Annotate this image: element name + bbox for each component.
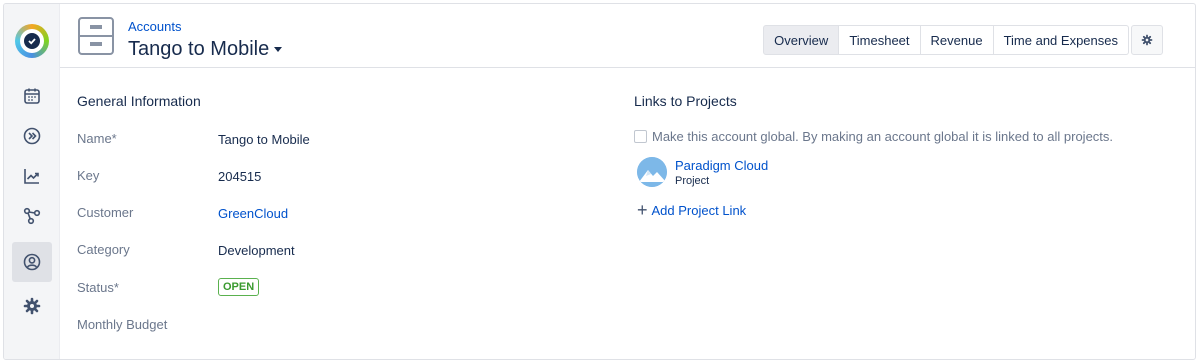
linked-project: Paradigm Cloud Project xyxy=(637,157,768,187)
network-icon xyxy=(23,207,41,225)
status-label: Status* xyxy=(77,280,119,295)
tab-revenue[interactable]: Revenue xyxy=(920,25,994,55)
project-link[interactable]: Paradigm Cloud xyxy=(675,158,768,173)
status-badge[interactable]: OPEN xyxy=(218,278,260,296)
file-cabinet-icon xyxy=(78,17,114,55)
monthly-budget-label: Monthly Budget xyxy=(77,317,168,332)
customer-label: Customer xyxy=(77,205,134,220)
key-label: Key xyxy=(77,168,100,183)
add-project-link-label: Add Project Link xyxy=(651,202,747,218)
sidebar-item-forward[interactable] xyxy=(12,116,52,156)
check-icon xyxy=(24,33,40,49)
app-logo[interactable] xyxy=(15,24,49,58)
global-checkbox-label: Make this account global. By making an a… xyxy=(652,129,1114,144)
sidebar-item-calendar[interactable] xyxy=(12,76,52,116)
global-account-option: Make this account global. By making an a… xyxy=(634,129,1113,144)
tab-time-and-expenses[interactable]: Time and Expenses xyxy=(993,25,1129,55)
gear-icon xyxy=(23,297,41,315)
sidebar-item-accounts[interactable] xyxy=(12,242,52,282)
global-checkbox[interactable] xyxy=(634,130,647,143)
mountain-icon xyxy=(637,157,667,187)
calendar-icon xyxy=(24,88,40,104)
project-type: Project xyxy=(675,174,710,187)
links-to-projects-title: Links to Projects xyxy=(634,93,737,109)
chevrons-right-circle-icon xyxy=(23,127,41,145)
project-avatar xyxy=(637,157,667,187)
caret-down-icon xyxy=(274,47,283,52)
user-circle-icon xyxy=(23,253,41,271)
page-header: Accounts Tango to Mobile Overview Timesh… xyxy=(60,4,1195,68)
category-label: Category xyxy=(77,242,130,257)
add-project-link-button[interactable]: + Add Project Link xyxy=(637,201,746,219)
gear-icon xyxy=(1141,34,1153,46)
sidebar-item-reports[interactable] xyxy=(12,156,52,196)
page-title-dropdown[interactable]: Tango to Mobile xyxy=(128,38,283,61)
breadcrumb[interactable]: Accounts xyxy=(128,19,181,34)
name-value[interactable]: Tango to Mobile xyxy=(218,132,310,147)
customer-link[interactable]: GreenCloud xyxy=(218,206,288,221)
page-title: Tango to Mobile xyxy=(128,38,270,60)
view-tabs: Overview Timesheet Revenue Time and Expe… xyxy=(763,25,1129,55)
tab-overview[interactable]: Overview xyxy=(763,25,840,55)
sidebar xyxy=(4,4,60,359)
category-value[interactable]: Development xyxy=(218,243,295,258)
sidebar-item-settings[interactable] xyxy=(12,286,52,326)
tab-timesheet[interactable]: Timesheet xyxy=(839,25,921,55)
general-info-title: General Information xyxy=(77,93,201,109)
sidebar-item-network[interactable] xyxy=(12,196,52,236)
key-value[interactable]: 204515 xyxy=(218,169,261,184)
app-window: Accounts Tango to Mobile Overview Timesh… xyxy=(3,3,1196,360)
settings-button[interactable] xyxy=(1131,25,1163,55)
plus-icon: + xyxy=(637,200,648,220)
trending-up-icon xyxy=(24,169,39,184)
name-label: Name* xyxy=(77,131,117,146)
